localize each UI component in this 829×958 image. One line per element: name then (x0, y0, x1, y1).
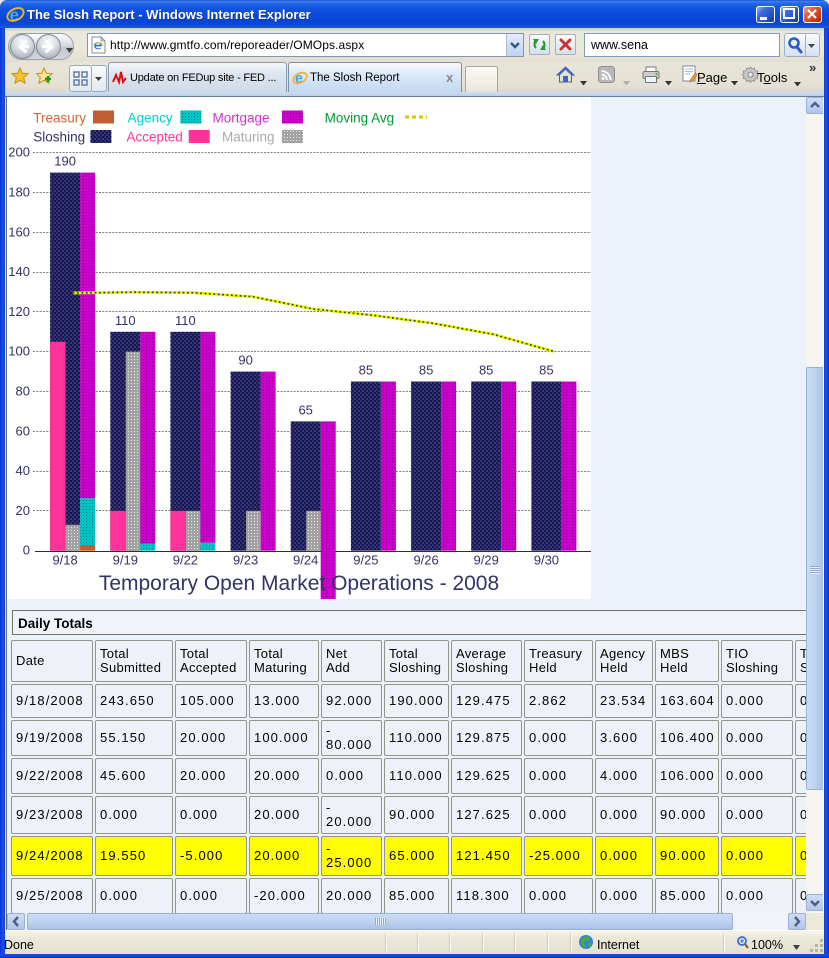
svg-text:9/18: 9/18 (52, 553, 77, 568)
svg-text:85: 85 (479, 363, 493, 378)
svg-text:9/22: 9/22 (173, 553, 198, 568)
svg-text:110: 110 (115, 313, 136, 328)
svg-text:85: 85 (359, 363, 373, 378)
svg-text:9/30: 9/30 (534, 553, 559, 568)
svg-text:Accepted: Accepted (127, 130, 183, 145)
svg-text:40: 40 (16, 463, 30, 478)
svg-text:Sloshing: Sloshing (33, 130, 85, 145)
svg-text:140: 140 (8, 264, 30, 279)
svg-text:200: 200 (8, 145, 30, 160)
svg-text:9/25: 9/25 (353, 553, 378, 568)
svg-text:85: 85 (419, 363, 433, 378)
svg-text:110: 110 (175, 313, 196, 328)
svg-text:Treasury: Treasury (33, 111, 86, 126)
svg-text:60: 60 (16, 423, 30, 438)
svg-text:85: 85 (539, 363, 553, 378)
svg-text:160: 160 (8, 224, 30, 239)
svg-text:20: 20 (16, 503, 30, 518)
svg-text:90: 90 (238, 353, 252, 368)
svg-text:120: 120 (8, 304, 30, 319)
svg-text:65: 65 (298, 402, 312, 417)
svg-text:9/23: 9/23 (233, 553, 258, 568)
svg-text:100: 100 (8, 344, 30, 359)
svg-text:9/26: 9/26 (413, 553, 438, 568)
svg-text:80: 80 (16, 384, 30, 399)
svg-text:0: 0 (23, 543, 30, 558)
svg-text:9/29: 9/29 (474, 553, 499, 568)
svg-text:Agency: Agency (128, 111, 173, 126)
svg-text:Maturing: Maturing (222, 130, 275, 145)
svg-text:9/19: 9/19 (113, 553, 138, 568)
svg-text:Moving Avg: Moving Avg (325, 111, 395, 126)
svg-text:190: 190 (54, 154, 76, 169)
svg-text:180: 180 (8, 185, 30, 200)
svg-text:Temporary Open Market Operatio: Temporary Open Market Operations - 2008 (99, 572, 499, 595)
svg-text:9/24: 9/24 (293, 553, 318, 568)
svg-text:Mortgage: Mortgage (213, 111, 270, 126)
